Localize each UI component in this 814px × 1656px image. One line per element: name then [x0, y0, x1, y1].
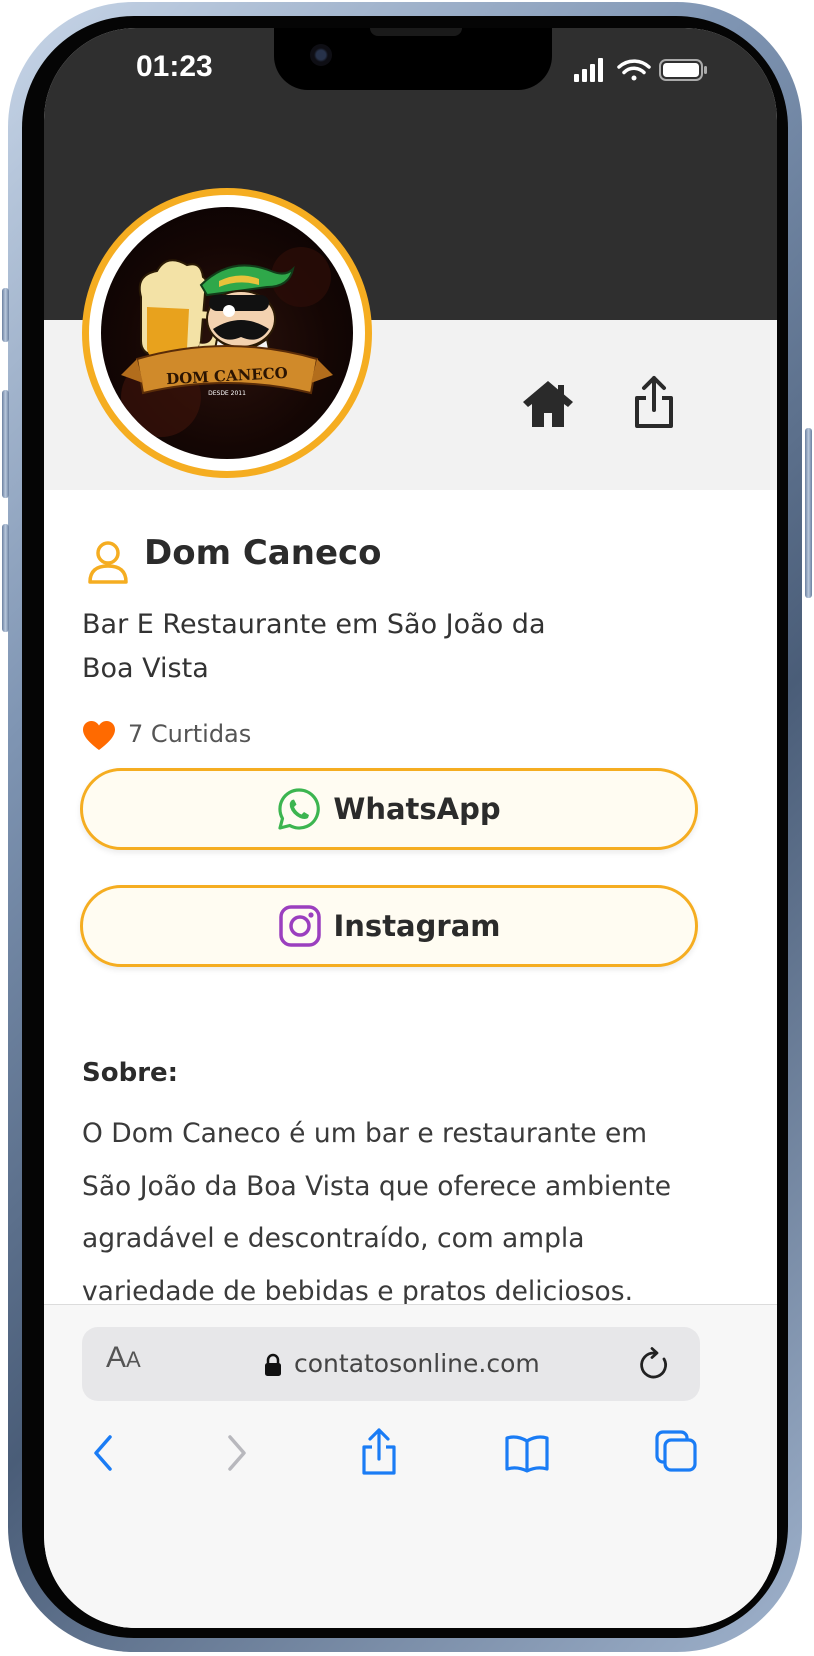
- about-heading: Sobre:: [82, 1058, 179, 1088]
- wifi-icon: [617, 59, 651, 81]
- lock-icon: [265, 1353, 281, 1376]
- user-icon: [88, 541, 128, 584]
- screen: 01:23 DOM CANECO DESDE 2011 Dom Caneco B…: [44, 28, 777, 1628]
- instagram-button[interactable]: Instagram: [80, 885, 698, 967]
- volume-down-button: [2, 524, 9, 632]
- signal-icon: [574, 58, 603, 82]
- reload-icon[interactable]: [636, 1347, 672, 1383]
- svg-text:DESDE 2011: DESDE 2011: [208, 390, 246, 397]
- whatsapp-icon: [278, 788, 321, 830]
- back-icon[interactable]: [92, 1433, 114, 1473]
- avatar: DOM CANECO DESDE 2011: [82, 188, 372, 478]
- forward-icon[interactable]: [226, 1433, 248, 1473]
- business-name: Dom Caneco: [144, 533, 382, 573]
- address-bar[interactable]: AA contatosonline.com: [82, 1327, 700, 1401]
- whatsapp-label: WhatsApp: [333, 792, 501, 826]
- notch: [274, 28, 552, 90]
- status-icons: [574, 58, 707, 82]
- share-icon[interactable]: [632, 374, 676, 430]
- business-subtitle: Bar E Restaurante em São João da Boa Vis…: [82, 609, 546, 684]
- bookmarks-icon[interactable]: [504, 1433, 550, 1473]
- front-camera: [310, 44, 332, 66]
- action-button: [2, 288, 9, 342]
- whatsapp-button[interactable]: WhatsApp: [80, 768, 698, 850]
- about-text: O Dom Caneco é um bar e restaurante em S…: [82, 1118, 672, 1307]
- earpiece: [370, 28, 462, 36]
- status-time: 01:23: [136, 50, 213, 83]
- dom-caneco-logo: DOM CANECO DESDE 2011: [101, 207, 353, 459]
- tabs-icon[interactable]: [654, 1429, 698, 1473]
- power-button: [805, 428, 812, 598]
- url-text: contatosonline.com: [294, 1349, 540, 1378]
- text-size-button[interactable]: AA: [106, 1341, 141, 1375]
- browser-share-icon[interactable]: [360, 1427, 398, 1477]
- volume-up-button: [2, 390, 9, 498]
- heart-icon[interactable]: [82, 720, 116, 752]
- browser-toolbar: AA contatosonline.com: [44, 1304, 777, 1628]
- instagram-label: Instagram: [333, 909, 501, 943]
- likes-count: 7 Curtidas: [128, 720, 252, 748]
- battery-icon: [659, 59, 707, 81]
- home-icon[interactable]: [520, 378, 576, 430]
- instagram-icon: [278, 905, 321, 947]
